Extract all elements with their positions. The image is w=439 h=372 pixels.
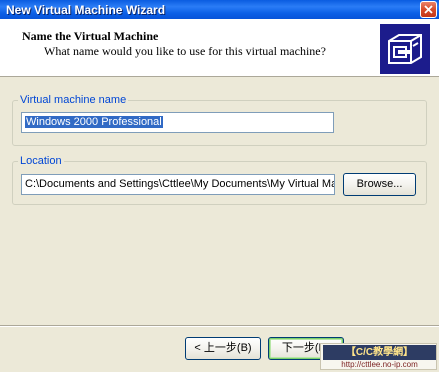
location-group: Location C:\Documents and Settings\Cttle…: [12, 155, 427, 205]
vm-name-value: Windows 2000 Professional: [25, 116, 163, 128]
title-bar[interactable]: New Virtual Machine Wizard: [0, 0, 439, 19]
wizard-header: Name the Virtual Machine What name would…: [0, 19, 439, 77]
vm-name-input[interactable]: Windows 2000 Professional: [21, 112, 334, 133]
page-title: Name the Virtual Machine: [22, 29, 159, 43]
vm-name-label: Virtual machine name: [18, 94, 129, 106]
location-value: C:\Documents and Settings\Cttlee\My Docu…: [25, 178, 335, 190]
site-watermark: 【C/C教學網】 http://cttlee.no-ip.com: [320, 343, 437, 370]
close-button[interactable]: [420, 1, 437, 18]
wizard-window: New Virtual Machine Wizard Name the Virt…: [0, 0, 439, 372]
location-label: Location: [18, 155, 64, 167]
back-button[interactable]: < 上一步(B): [185, 337, 261, 360]
page-subtitle: What name would you like to use for this…: [44, 44, 326, 58]
close-icon: [424, 5, 433, 14]
watermark-title: 【C/C教學網】: [323, 345, 436, 360]
watermark-url: http://cttlee.no-ip.com: [341, 360, 418, 369]
window-title: New Virtual Machine Wizard: [6, 3, 166, 17]
vmware-wizard-icon: [380, 24, 430, 74]
location-input[interactable]: C:\Documents and Settings\Cttlee\My Docu…: [21, 174, 335, 195]
browse-button[interactable]: Browse...: [343, 173, 416, 196]
footer-divider: [0, 325, 439, 327]
vm-name-group: Virtual machine name Windows 2000 Profes…: [12, 94, 427, 146]
